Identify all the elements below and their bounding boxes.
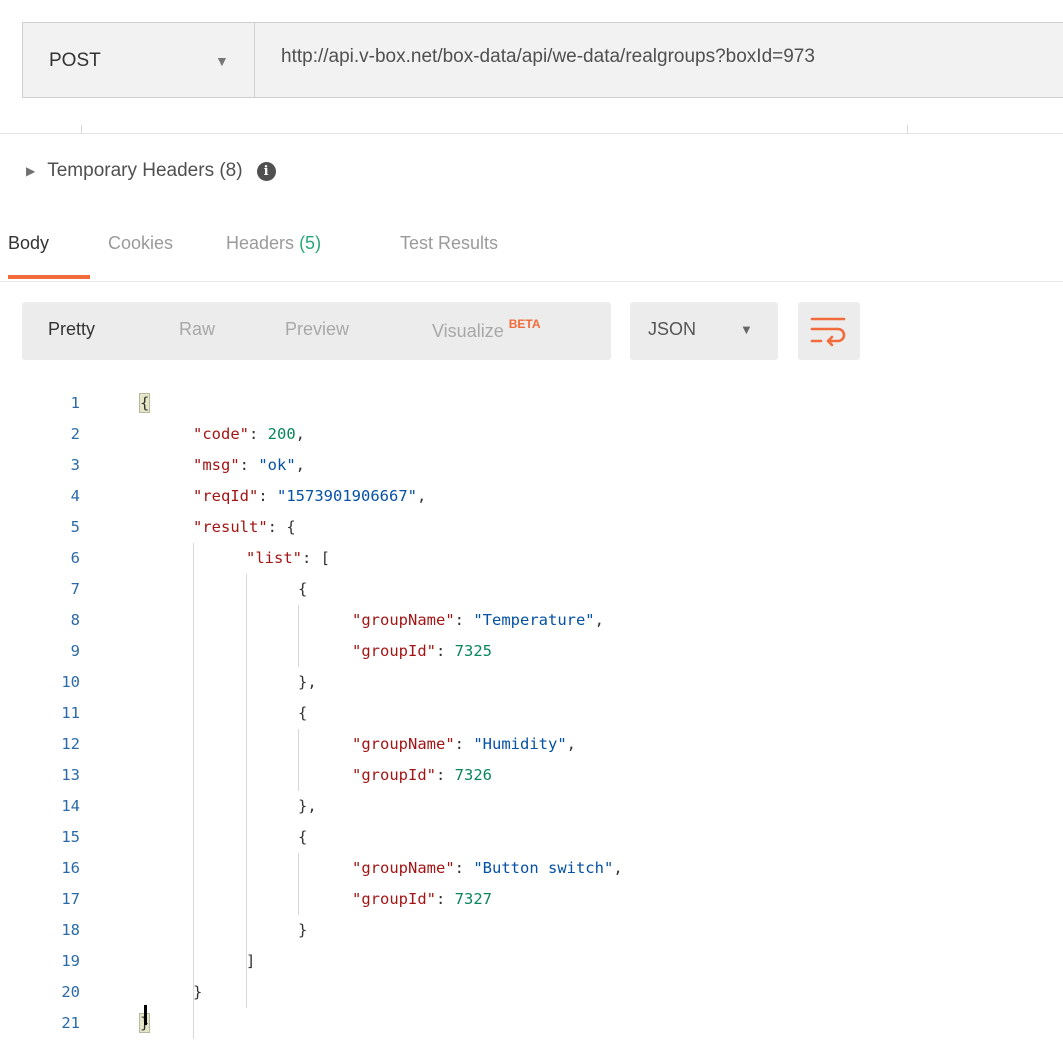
code-line: 17 "groupId": 7327 (0, 884, 1063, 915)
chevron-down-icon: ▼ (740, 322, 753, 337)
line-number: 12 (61, 735, 80, 753)
temporary-headers-toggle[interactable]: ▶ Temporary Headers (8) i (26, 156, 276, 186)
code-text: { (138, 393, 151, 413)
line-number: 4 (70, 487, 80, 505)
tab-headers[interactable]: Headers (5) (226, 233, 321, 254)
request-bar: POST ▼ http://api.v-box.net/box-data/api… (22, 22, 1063, 98)
line-number: 5 (70, 518, 80, 536)
code-line: 10 }, (0, 667, 1063, 698)
code-text: "groupId": 7326 (352, 766, 492, 784)
code-line: 1 { (0, 388, 1063, 419)
url-input[interactable]: http://api.v-box.net/box-data/api/we-dat… (281, 46, 815, 68)
text-cursor (144, 1005, 147, 1025)
code-text: "result": { (193, 518, 296, 536)
code-line: 8 "groupName": "Temperature", (0, 605, 1063, 636)
code-text: }, (298, 797, 317, 815)
code-line: 7 { (0, 574, 1063, 605)
code-text: { (298, 580, 308, 598)
chevron-down-icon: ▼ (215, 53, 229, 69)
wrap-lines-button[interactable] (798, 302, 860, 360)
response-body[interactable]: 1 { 2 "code": 200, 3 "msg": "ok", 4 "req… (0, 388, 1063, 1039)
code-text: }, (298, 673, 317, 691)
line-number: 3 (70, 456, 80, 474)
view-pretty[interactable]: Pretty (48, 319, 95, 340)
code-text: "msg": "ok", (193, 456, 306, 474)
code-line: 6 "list": [ (0, 543, 1063, 574)
divider-tick (907, 125, 908, 134)
code-line: 12 "groupName": "Humidity", (0, 729, 1063, 760)
code-text: } (298, 921, 308, 939)
method-label: POST (49, 50, 101, 71)
view-mode-group: Pretty Raw Preview Visualize BETA (22, 302, 611, 360)
line-number: 15 (61, 828, 80, 846)
line-number: 18 (61, 921, 80, 939)
code-line: 5 "result": { (0, 512, 1063, 543)
line-number: 16 (61, 859, 80, 877)
line-number: 13 (61, 766, 80, 784)
response-tabs: Body Cookies Headers (5) Test Results (0, 228, 1063, 280)
code-line: 14 }, (0, 791, 1063, 822)
code-line: 21 } (0, 1008, 1063, 1039)
code-line: 3 "msg": "ok", (0, 450, 1063, 481)
line-number: 14 (61, 797, 80, 815)
code-text: "list": [ (246, 549, 330, 567)
line-number: 7 (70, 580, 80, 598)
active-tab-indicator (8, 275, 90, 279)
code-text: "reqId": "1573901906667", (193, 487, 427, 505)
method-select[interactable]: POST ▼ (23, 23, 255, 97)
code-text: } (193, 983, 203, 1001)
code-text: { (298, 828, 308, 846)
temporary-headers-label: Temporary Headers (8) (47, 160, 243, 181)
code-text: ] (246, 952, 256, 970)
line-number: 19 (61, 952, 80, 970)
format-selected: JSON (648, 319, 697, 339)
line-number: 1 (70, 394, 80, 412)
divider (0, 281, 1063, 282)
code-text: "groupId": 7327 (352, 890, 492, 908)
code-text: "groupName": "Humidity", (352, 735, 576, 753)
code-line: 16 "groupName": "Button switch", (0, 853, 1063, 884)
beta-badge: BETA (508, 317, 541, 331)
code-text: "code": 200, (193, 425, 306, 443)
tab-body[interactable]: Body (8, 233, 49, 254)
line-number: 10 (61, 673, 80, 691)
divider (0, 133, 1063, 134)
code-line: 19 ] (0, 946, 1063, 977)
line-number: 20 (61, 983, 80, 1001)
line-number: 17 (61, 890, 80, 908)
tab-cookies[interactable]: Cookies (108, 233, 173, 254)
code-line: 4 "reqId": "1573901906667", (0, 481, 1063, 512)
code-line: 20 } (0, 977, 1063, 1008)
code-line: 11 { (0, 698, 1063, 729)
code-line: 13 "groupId": 7326 (0, 760, 1063, 791)
view-visualize[interactable]: Visualize BETA (432, 317, 541, 342)
expand-arrow-icon: ▶ (26, 164, 36, 178)
code-text: "groupId": 7325 (352, 642, 492, 660)
line-number: 8 (70, 611, 80, 629)
headers-count: (5) (299, 233, 322, 253)
code-text: "groupName": "Button switch", (352, 859, 623, 877)
code-line: 15 { (0, 822, 1063, 853)
wrap-lines-icon (810, 317, 846, 347)
line-number: 6 (70, 549, 80, 567)
line-number: 21 (61, 1014, 80, 1032)
code-text: { (298, 704, 308, 722)
line-number: 9 (70, 642, 80, 660)
code-line: 18 } (0, 915, 1063, 946)
info-icon[interactable]: i (256, 161, 276, 181)
line-number: 2 (70, 425, 80, 443)
divider-tick (81, 125, 82, 134)
tab-headers-label: Headers (226, 233, 295, 253)
code-line: 9 "groupId": 7325 (0, 636, 1063, 667)
view-preview[interactable]: Preview (285, 319, 349, 340)
tab-test-results[interactable]: Test Results (400, 233, 498, 254)
view-raw[interactable]: Raw (179, 319, 215, 340)
format-select[interactable]: JSON ▼ (630, 302, 778, 360)
code-text: "groupName": "Temperature", (352, 611, 604, 629)
code-line: 2 "code": 200, (0, 419, 1063, 450)
line-number: 11 (61, 704, 80, 722)
visualize-label: Visualize (432, 321, 504, 341)
